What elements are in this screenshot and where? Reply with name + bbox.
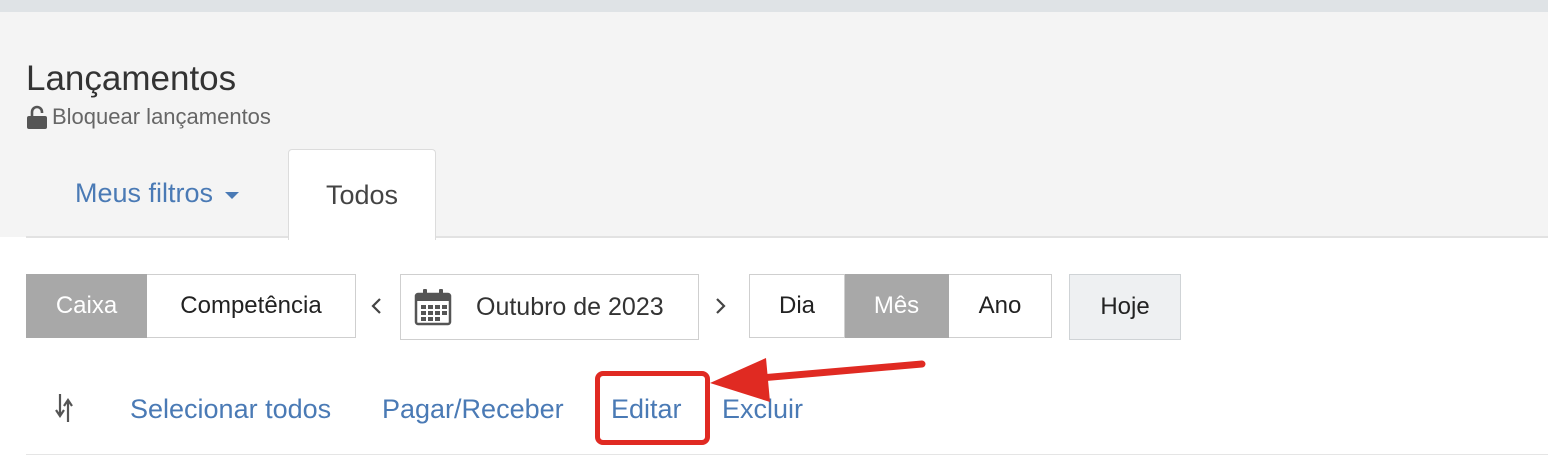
today-button[interactable]: Hoje [1069, 274, 1181, 340]
annotation-arrow-icon [710, 358, 926, 402]
tab-my-filters[interactable]: Meus filtros [26, 148, 288, 238]
tab-my-filters-label: Meus filtros [74, 177, 214, 208]
lock-entries-link[interactable]: Bloquear lançamentos [26, 104, 271, 130]
sort-arrows-icon[interactable] [52, 392, 76, 426]
granularity-year-button[interactable]: Ano [949, 274, 1052, 338]
regime-caixa-button[interactable]: Caixa [26, 274, 147, 338]
lock-entries-label: Bloquear lançamentos [52, 104, 271, 129]
granularity-toggle: Dia Mês Ano [749, 274, 1052, 338]
pay-receive-link[interactable]: Pagar/Receber [382, 390, 564, 428]
granularity-day-button[interactable]: Dia [749, 274, 845, 338]
regime-competencia-button[interactable]: Competência [147, 274, 356, 338]
next-period-icon[interactable] [713, 274, 727, 338]
select-all-link[interactable]: Selecionar todos [130, 390, 331, 428]
period-picker[interactable]: Outubro de 2023 [400, 274, 699, 340]
granularity-month-button[interactable]: Mês [845, 274, 949, 338]
unlock-icon [26, 105, 48, 129]
tab-bar: Meus filtros Todos [26, 147, 436, 240]
actions-divider [26, 454, 1548, 455]
edit-highlight-box [595, 371, 710, 445]
top-strip [0, 0, 1548, 12]
previous-period-icon[interactable] [370, 274, 384, 338]
tab-all-label: Todos [325, 179, 399, 210]
page-title: Lançamentos [26, 59, 237, 98]
calendar-icon [414, 288, 452, 326]
tab-all[interactable]: Todos [288, 149, 436, 240]
period-label: Outubro de 2023 [476, 292, 664, 321]
regime-toggle: Caixa Competência [26, 274, 356, 338]
caret-down-icon [225, 191, 240, 199]
